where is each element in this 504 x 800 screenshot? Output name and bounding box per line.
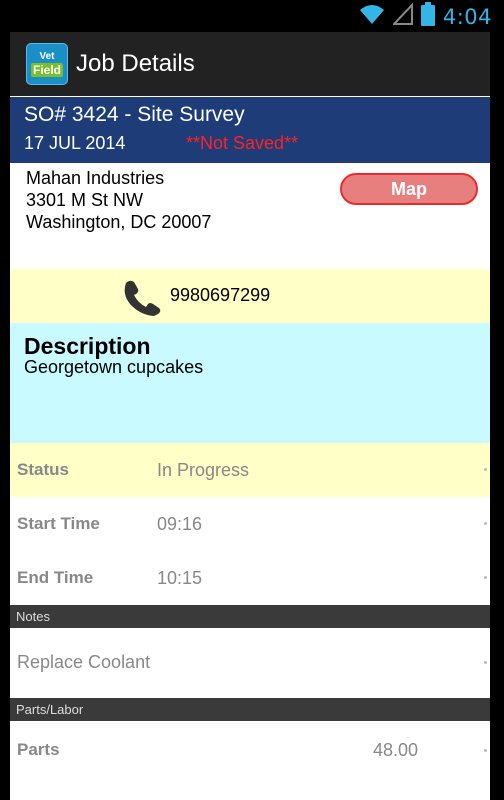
- row-indicator: [484, 468, 487, 471]
- phone-number[interactable]: 9980697299: [170, 285, 270, 306]
- app-window: Vet Field Job Details SO# 3424 - Site Su…: [10, 32, 490, 800]
- end-time-value[interactable]: 10:15: [157, 568, 202, 589]
- row-indicator: [484, 522, 487, 525]
- battery-icon: [420, 2, 435, 31]
- signal-icon: [391, 2, 413, 30]
- clock: 4:04: [442, 4, 492, 29]
- job-header: SO# 3424 - Site Survey 17 JUL 2014 **Not…: [10, 97, 490, 163]
- notes-section-header: Notes: [10, 605, 490, 628]
- phone-icon[interactable]: [120, 277, 164, 322]
- start-time-row[interactable]: Start Time 09:16: [10, 497, 490, 551]
- address-line-company: Mahan Industries: [26, 168, 165, 188]
- wifi-icon: [359, 3, 385, 30]
- row-indicator: [484, 576, 487, 579]
- notes-row[interactable]: Replace Coolant: [10, 628, 490, 698]
- address-line-street: 3301 M St NW: [26, 190, 144, 210]
- end-time-label: End Time: [17, 568, 94, 587]
- map-button[interactable]: Map: [340, 173, 478, 205]
- address-section: Mahan Industries 3301 M St NW Washington…: [10, 163, 490, 269]
- job-date: 17 JUL 2014: [24, 133, 126, 153]
- status-bar: 4:04: [0, 0, 504, 30]
- parts-value[interactable]: 48.00: [373, 740, 418, 761]
- start-time-label: Start Time: [17, 514, 100, 533]
- end-time-row[interactable]: End Time 10:15: [10, 551, 490, 605]
- action-bar: Vet Field Job Details: [10, 32, 490, 97]
- job-title: SO# 3424 - Site Survey: [24, 103, 245, 126]
- status-label: Status: [17, 460, 69, 479]
- save-status: **Not Saved**: [186, 133, 299, 153]
- phone-row[interactable]: 9980697299: [10, 269, 490, 323]
- parts-row[interactable]: Parts 48.00: [10, 721, 490, 781]
- start-time-value[interactable]: 09:16: [157, 514, 202, 535]
- row-indicator: [484, 661, 487, 664]
- logo-text-top: Vet: [39, 51, 55, 62]
- notes-value[interactable]: Replace Coolant: [17, 652, 150, 673]
- logo-text-bottom: Field: [30, 63, 63, 77]
- status-value[interactable]: In Progress: [157, 460, 249, 481]
- status-row[interactable]: Status In Progress: [10, 443, 490, 497]
- description-section: Description Georgetown cupcakes: [10, 323, 490, 443]
- app-logo[interactable]: Vet Field: [26, 43, 68, 85]
- status-icons: 4:04: [359, 2, 492, 31]
- row-indicator: [484, 749, 487, 752]
- parts-labor-section-header: Parts/Labor: [10, 698, 490, 721]
- description-heading: Description: [24, 333, 151, 359]
- address-block: Mahan Industries 3301 M St NW Washington…: [26, 167, 211, 233]
- parts-label: Parts: [17, 740, 60, 759]
- description-text: Georgetown cupcakes: [24, 357, 204, 377]
- address-line-city: Washington, DC 20007: [26, 212, 212, 232]
- page-title: Job Details: [76, 50, 195, 77]
